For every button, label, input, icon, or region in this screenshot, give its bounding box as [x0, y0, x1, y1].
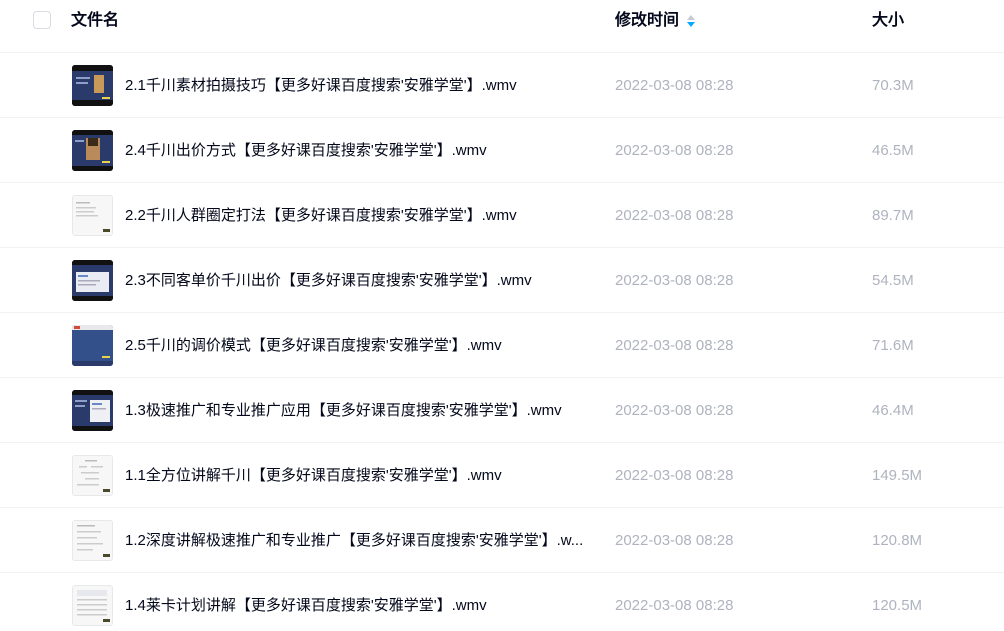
file-size: 70.3M — [872, 77, 914, 94]
file-row[interactable]: 2.5千川的调价模式【更多好课百度搜索'安雅学堂'】.wmv 2022-03-0… — [0, 313, 1004, 378]
file-modified-time: 2022-03-08 08:28 — [615, 272, 734, 289]
file-row[interactable]: 1.1全方位讲解千川【更多好课百度搜索'安雅学堂'】.wmv 2022-03-0… — [0, 443, 1004, 508]
file-row[interactable]: 1.4莱卡计划讲解【更多好课百度搜索'安雅学堂'】.wmv 2022-03-08… — [0, 573, 1004, 631]
file-row[interactable]: 1.3极速推广和专业推广应用【更多好课百度搜索'安雅学堂'】.wmv 2022-… — [0, 378, 1004, 443]
file-size: 89.7M — [872, 207, 914, 224]
file-size: 71.6M — [872, 337, 914, 354]
file-name[interactable]: 1.3极速推广和专业推广应用【更多好课百度搜索'安雅学堂'】.wmv — [125, 401, 607, 421]
list-header: 文件名 修改时间 大小 — [0, 0, 1004, 53]
file-row[interactable]: 2.1千川素材拍摄技巧【更多好课百度搜索'安雅学堂'】.wmv 2022-03-… — [0, 53, 1004, 118]
file-name[interactable]: 1.1全方位讲解千川【更多好课百度搜索'安雅学堂'】.wmv — [125, 466, 607, 486]
file-name[interactable]: 2.4千川出价方式【更多好课百度搜索'安雅学堂'】.wmv — [125, 141, 607, 161]
file-name[interactable]: 2.1千川素材拍摄技巧【更多好课百度搜索'安雅学堂'】.wmv — [125, 76, 607, 96]
file-name[interactable]: 2.5千川的调价模式【更多好课百度搜索'安雅学堂'】.wmv — [125, 336, 607, 356]
video-thumbnail-icon — [72, 585, 113, 626]
sort-arrows-icon[interactable] — [685, 13, 697, 29]
file-name[interactable]: 2.3不同客单价千川出价【更多好课百度搜索'安雅学堂'】.wmv — [125, 271, 607, 291]
column-header-time[interactable]: 修改时间 — [615, 11, 679, 31]
video-thumbnail-icon — [72, 455, 113, 496]
file-name[interactable]: 1.2深度讲解极速推广和专业推广【更多好课百度搜索'安雅学堂'】.w... — [125, 531, 607, 551]
file-size: 46.5M — [872, 142, 914, 159]
file-modified-time: 2022-03-08 08:28 — [615, 77, 734, 94]
file-row[interactable]: 1.2深度讲解极速推广和专业推广【更多好课百度搜索'安雅学堂'】.w... 20… — [0, 508, 1004, 573]
column-header-size[interactable]: 大小 — [872, 11, 904, 31]
file-name[interactable]: 2.2千川人群圈定打法【更多好课百度搜索'安雅学堂'】.wmv — [125, 206, 607, 226]
file-size: 120.8M — [872, 532, 923, 549]
file-row[interactable]: 2.2千川人群圈定打法【更多好课百度搜索'安雅学堂'】.wmv 2022-03-… — [0, 183, 1004, 248]
file-size: 54.5M — [872, 272, 914, 289]
video-thumbnail-icon — [72, 65, 113, 106]
file-modified-time: 2022-03-08 08:28 — [615, 207, 734, 224]
column-header-name[interactable]: 文件名 — [71, 11, 119, 31]
file-size: 149.5M — [872, 467, 923, 484]
file-name[interactable]: 1.4莱卡计划讲解【更多好课百度搜索'安雅学堂'】.wmv — [125, 596, 607, 616]
select-all-checkbox[interactable] — [33, 11, 51, 29]
file-modified-time: 2022-03-08 08:28 — [615, 597, 734, 614]
file-modified-time: 2022-03-08 08:28 — [615, 142, 734, 159]
file-modified-time: 2022-03-08 08:28 — [615, 532, 734, 549]
video-thumbnail-icon — [72, 520, 113, 561]
video-thumbnail-icon — [72, 260, 113, 301]
video-thumbnail-icon — [72, 195, 113, 236]
file-row[interactable]: 2.4千川出价方式【更多好课百度搜索'安雅学堂'】.wmv 2022-03-08… — [0, 118, 1004, 183]
video-thumbnail-icon — [72, 325, 113, 366]
file-list: 文件名 修改时间 大小 2.1千川素材拍摄技巧【更多好课百度搜索'安雅学堂'】.… — [0, 0, 1004, 631]
video-thumbnail-icon — [72, 390, 113, 431]
file-size: 120.5M — [872, 597, 923, 614]
file-modified-time: 2022-03-08 08:28 — [615, 467, 734, 484]
file-row[interactable]: 2.3不同客单价千川出价【更多好课百度搜索'安雅学堂'】.wmv 2022-03… — [0, 248, 1004, 313]
video-thumbnail-icon — [72, 130, 113, 171]
file-modified-time: 2022-03-08 08:28 — [615, 337, 734, 354]
file-modified-time: 2022-03-08 08:28 — [615, 402, 734, 419]
file-size: 46.4M — [872, 402, 914, 419]
